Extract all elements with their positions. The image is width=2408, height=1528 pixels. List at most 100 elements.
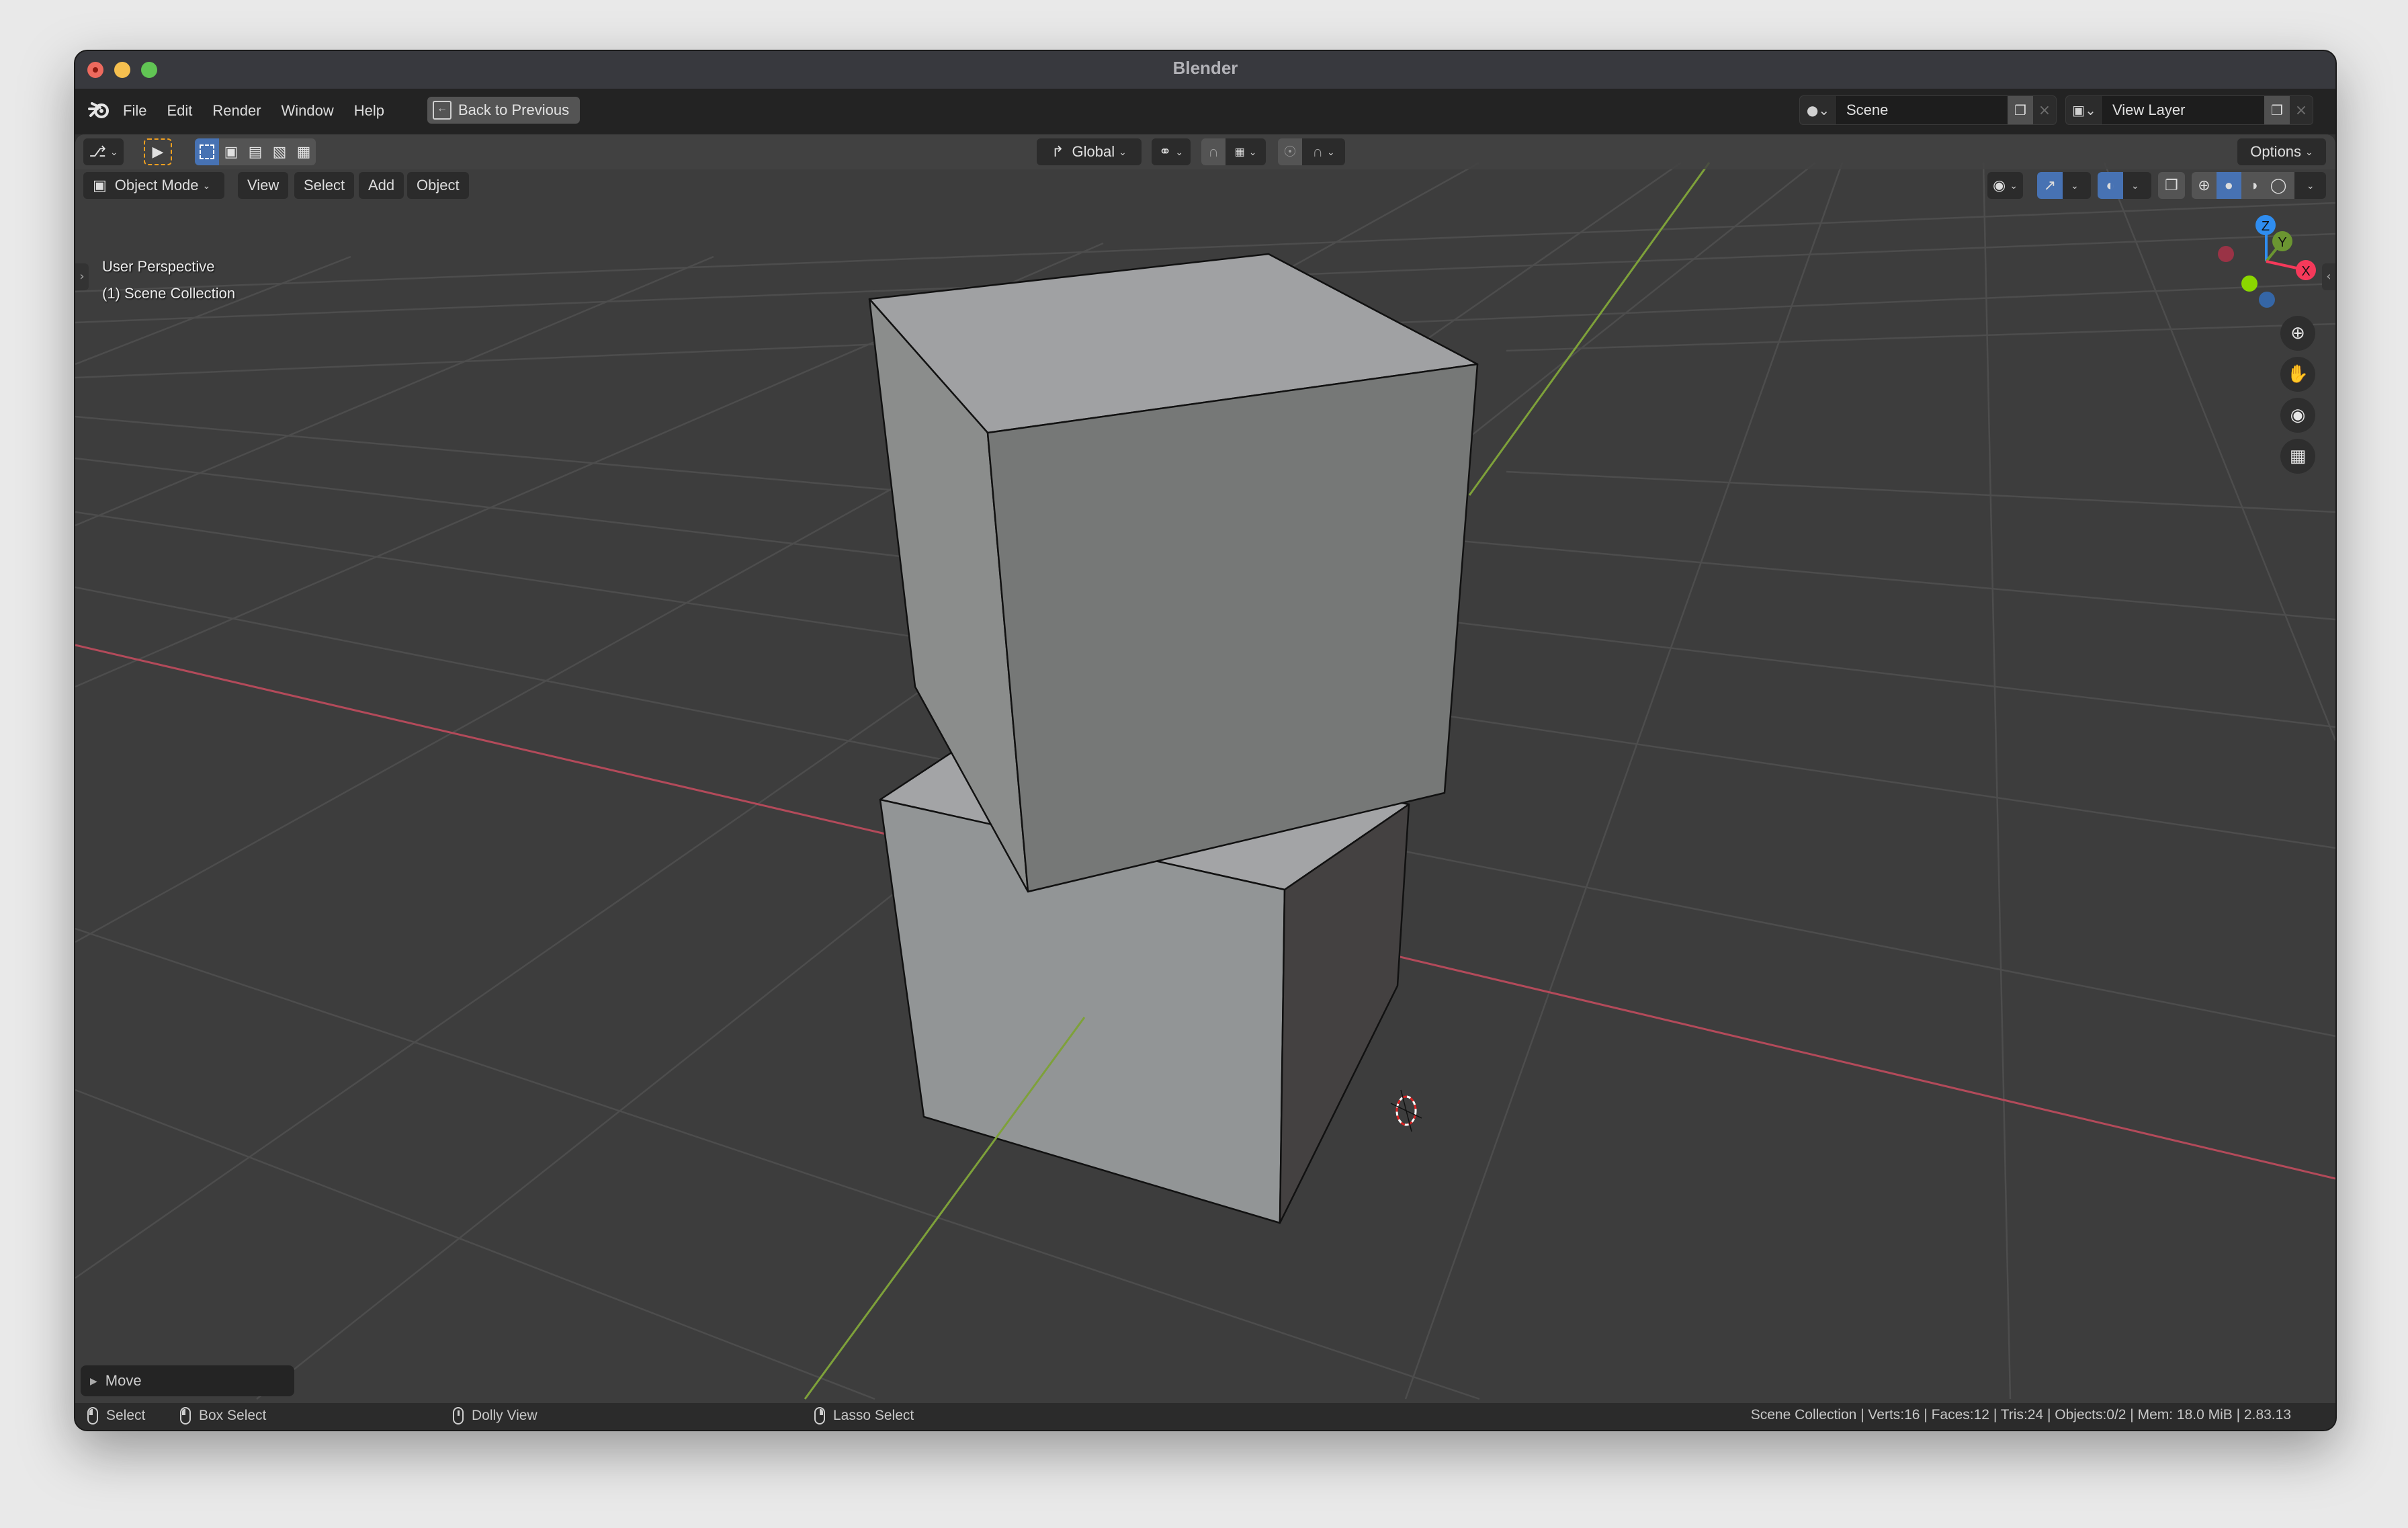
gizmo-icon[interactable]: ↗ <box>2037 172 2063 199</box>
scene-icon[interactable]: ●⌄ <box>1800 96 1837 124</box>
snap-increment-icon: ▦ <box>1234 146 1245 158</box>
select-tool-icon[interactable]: ▶ <box>144 138 172 165</box>
status-hint-label: Select <box>106 1408 146 1423</box>
shading-modes: ⊕ ● ◑ ◯ ⌄ <box>2192 172 2326 199</box>
xray-icon: ❐ <box>2165 177 2178 194</box>
grid-ortho-icon[interactable]: ▦ <box>2280 439 2315 474</box>
grid-line <box>75 1089 875 1400</box>
gizmo-neg-y[interactable] <box>2241 275 2258 292</box>
pan-hand-icon[interactable]: ✋ <box>2280 357 2315 392</box>
snap-toggle[interactable]: ∩ <box>1201 138 1226 165</box>
gizmo-z-label: Z <box>2262 219 2270 234</box>
overlays-icon[interactable]: ◐ <box>2098 172 2123 199</box>
select-mode-subtract[interactable]: ▤ <box>243 138 267 165</box>
top-bar: File Edit Render Window Help ← Back to P… <box>75 89 2335 134</box>
remove-view-layer-icon[interactable]: × <box>2290 96 2313 124</box>
status-hint-label: Lasso Select <box>833 1408 914 1423</box>
grid-line <box>1506 323 2335 352</box>
duplicate-view-layer-icon[interactable]: ❐ <box>2264 96 2290 124</box>
menu-object[interactable]: Object <box>407 172 469 199</box>
grid-line <box>1982 162 2012 1400</box>
viewport-collection-label: (1) Scene Collection <box>102 285 236 302</box>
object-mode-dropdown[interactable]: ▣ Object Mode ⌄ <box>83 172 224 199</box>
viewport-canvas[interactable]: Z Y X <box>75 134 2335 1403</box>
menu-select[interactable]: Select <box>294 172 355 199</box>
navigation-gizmo[interactable]: Z Y X <box>2218 215 2316 308</box>
transform-gizmo-dropdown[interactable]: ⎇ ⌄ <box>83 138 124 165</box>
3d-viewport[interactable]: Z Y X ⎇ ⌄ ▶ ▣ ▤ ▧ ▦ ↱ Global ⌄ ⚭ ⌄ ∩ ▦ ⌄ ☉ <box>75 134 2335 1403</box>
select-mode-invert[interactable]: ▧ <box>267 138 292 165</box>
shading-rendered-icon[interactable]: ◯ <box>2266 172 2291 199</box>
back-to-previous-icon: ← <box>433 101 452 120</box>
blender-logo-icon[interactable] <box>86 99 113 122</box>
remove-scene-icon[interactable]: × <box>2033 96 2056 124</box>
pivot-point-icon: ⚭ <box>1158 143 1172 160</box>
menu-render[interactable]: Render <box>202 99 271 122</box>
proportional-edit-icon: ☉ <box>1283 143 1297 160</box>
status-hint-dolly-view: Dolly View <box>453 1407 538 1425</box>
view-layer-icon[interactable]: ▣⌄ <box>2066 96 2103 124</box>
menu-view[interactable]: View <box>238 172 289 199</box>
x-axis-line <box>1351 944 2335 1180</box>
menu-help[interactable]: Help <box>344 99 394 122</box>
gizmo-dropdown-icon[interactable]: ⌄ <box>2071 180 2079 192</box>
gizmo-neg-z[interactable] <box>2259 292 2275 308</box>
scene-name-field[interactable]: Scene <box>1837 96 2008 124</box>
menu-edit[interactable]: Edit <box>157 99 202 122</box>
overlays-toggle[interactable]: ◐ ⌄ <box>2098 172 2151 199</box>
overlays-dropdown-icon[interactable]: ⌄ <box>2131 180 2139 192</box>
gizmo-y-label: Y <box>2278 235 2286 250</box>
scene-statistics: Scene Collection | Verts:16 | Faces:12 |… <box>1750 1407 2291 1423</box>
back-to-previous-button[interactable]: ← Back to Previous <box>427 97 580 124</box>
select-mode-intersect[interactable]: ▦ <box>292 138 316 165</box>
menu-window[interactable]: Window <box>271 99 344 122</box>
window-title: Blender <box>1172 58 1238 78</box>
snap-magnet-icon: ∩ <box>1208 143 1219 160</box>
snap-element-dropdown[interactable]: ▦ ⌄ <box>1226 138 1266 165</box>
x-axis-line <box>75 644 889 836</box>
expand-triangle-icon: ▶ <box>90 1375 97 1386</box>
transform-orientation-dropdown[interactable]: ↱ Global ⌄ <box>1037 138 1142 165</box>
eye-cursor-icon: ◉ <box>1993 177 2006 194</box>
object-mode-icon: ▣ <box>93 177 107 194</box>
object-mode-label: Object Mode <box>114 177 199 194</box>
select-mode-extend[interactable]: ▣ <box>219 138 243 165</box>
y-axis-line <box>1468 162 1711 496</box>
last-operator-panel[interactable]: ▶ Move <box>81 1365 294 1396</box>
sidebar-expand-toggle[interactable]: ‹ <box>2322 263 2335 290</box>
shading-dropdown-icon[interactable]: ⌄ <box>2294 172 2326 199</box>
select-mode-set[interactable] <box>195 138 219 165</box>
status-bar: Select Box Select Dolly View Lasso Selec… <box>75 1403 2335 1430</box>
status-hint-lasso-select: Lasso Select <box>814 1407 914 1425</box>
mouse-middle-icon <box>453 1407 464 1425</box>
duplicate-scene-icon[interactable]: ❐ <box>2008 96 2033 124</box>
gizmo-neg-x[interactable] <box>2218 246 2234 262</box>
pivot-point-dropdown[interactable]: ⚭ ⌄ <box>1152 138 1191 165</box>
zoom-icon[interactable]: ⊕ <box>2280 316 2315 351</box>
main-menu: File Edit Render Window Help <box>86 99 394 122</box>
mouse-left-icon <box>87 1407 98 1425</box>
scene-selector[interactable]: ●⌄ Scene ❐ × <box>1799 95 2057 125</box>
selectability-visibility-dropdown[interactable]: ◉ ⌄ <box>1987 172 2023 199</box>
options-dropdown[interactable]: Options ⌄ <box>2237 138 2326 165</box>
view-header: ▣ Object Mode ⌄ View Select Add Object ◉… <box>75 169 2335 203</box>
grid-line <box>1404 162 1844 1400</box>
status-hint-label: Dolly View <box>472 1408 538 1423</box>
view-layer-name-field[interactable]: View Layer <box>2103 96 2264 124</box>
menu-file[interactable]: File <box>113 99 157 122</box>
shading-wireframe-icon[interactable]: ⊕ <box>2192 172 2217 199</box>
proportional-falloff-dropdown[interactable]: ∩ ⌄ <box>1302 138 1345 165</box>
mouse-right-drag-icon <box>814 1407 825 1425</box>
camera-icon[interactable]: ◉ <box>2280 398 2315 433</box>
options-label: Options <box>2250 143 2302 160</box>
proportional-edit-toggle[interactable]: ☉ <box>1278 138 1302 165</box>
menu-add[interactable]: Add <box>359 172 404 199</box>
3d-cursor[interactable] <box>1390 1089 1422 1132</box>
shading-material-preview-icon[interactable]: ◑ <box>2241 172 2266 199</box>
viewport-perspective-label: User Perspective <box>102 258 215 275</box>
gizmo-toggle[interactable]: ↗ ⌄ <box>2037 172 2091 199</box>
xray-toggle[interactable]: ❐ <box>2158 172 2185 199</box>
shading-solid-icon[interactable]: ● <box>2216 172 2241 199</box>
view-layer-selector[interactable]: ▣⌄ View Layer ❐ × <box>2065 95 2313 125</box>
toolbar-expand-toggle[interactable]: › <box>75 263 89 290</box>
